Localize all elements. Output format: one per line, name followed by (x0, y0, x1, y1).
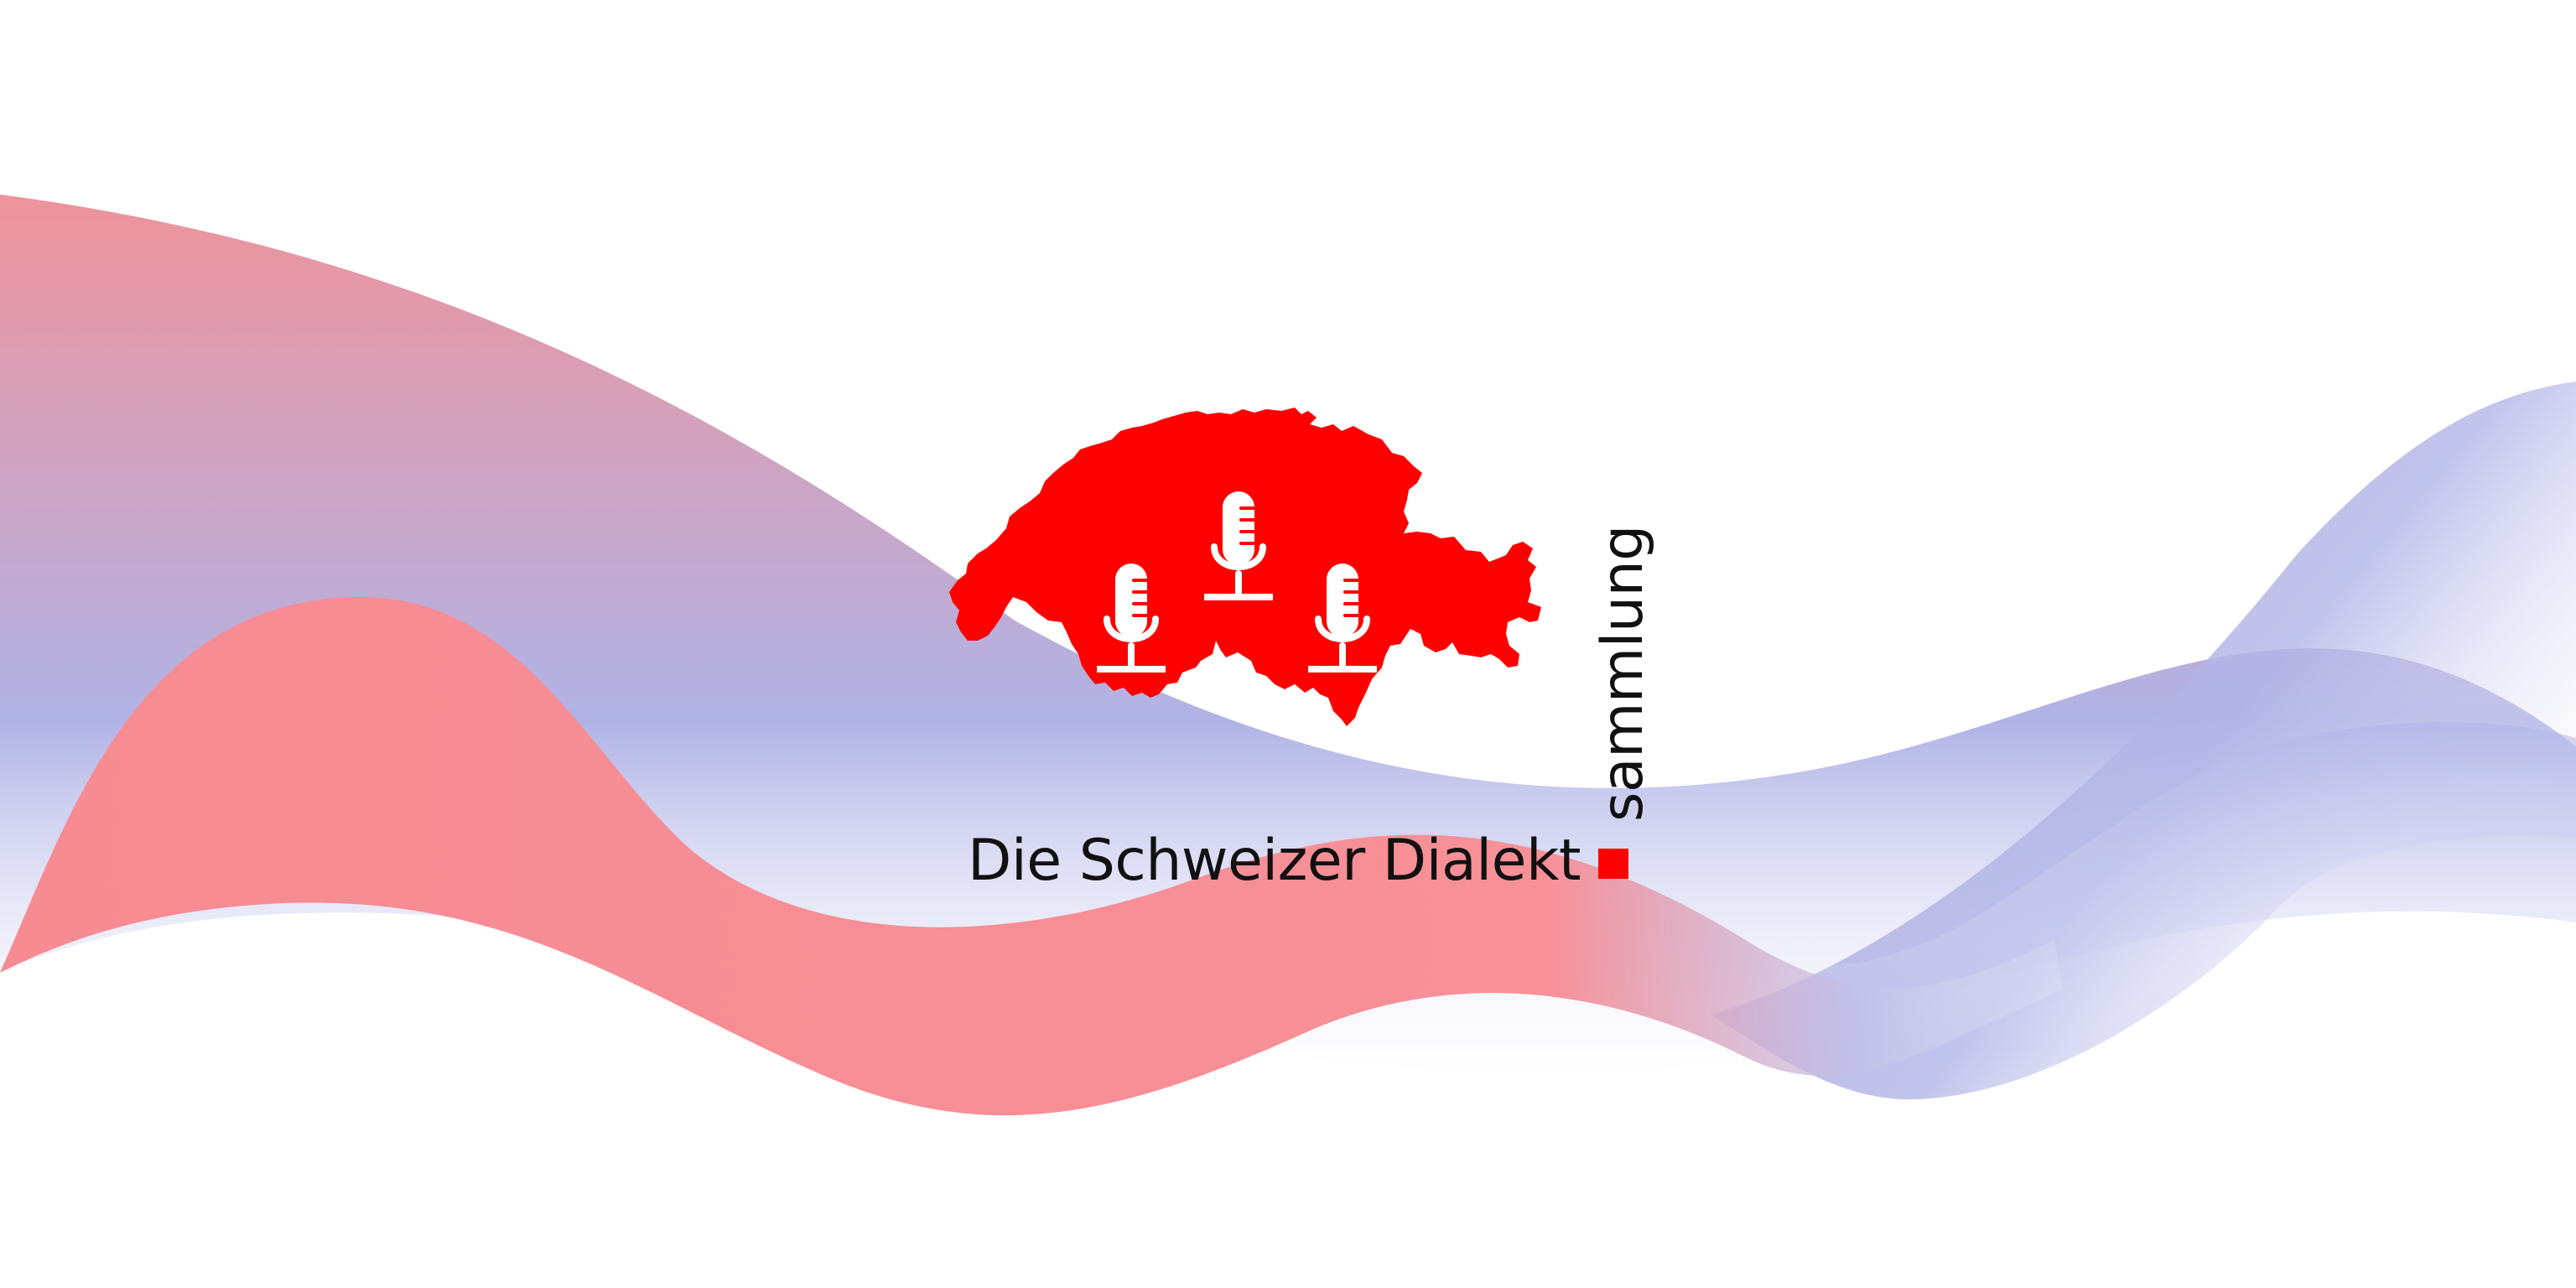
logo-subtitle-vertical: sammlung (1590, 525, 1656, 822)
logo-title: Die Schweizer Dialekt (968, 828, 1581, 894)
red-square-mark (1598, 849, 1628, 879)
banner: Die Schweizer Dialekt sammlung (0, 0, 2576, 1288)
